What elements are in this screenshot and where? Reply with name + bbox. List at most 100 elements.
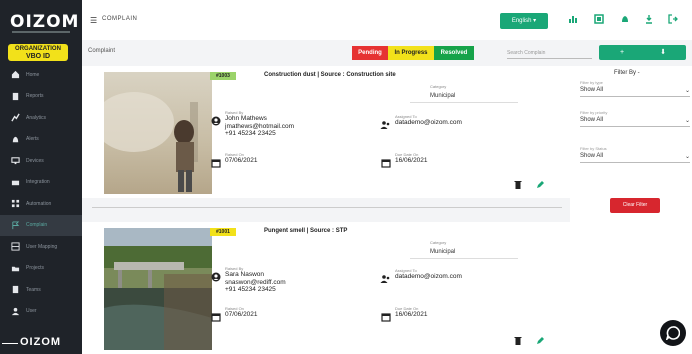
category-label: Category [430,84,447,89]
analytics-icon [10,113,20,123]
raised-by-email: snaswon@rediff.com [225,278,286,286]
filter-resolved-button[interactable]: Resolved [434,46,474,60]
organization-badge[interactable]: ORGANIZATION VBO ID [8,44,68,61]
complaint-id-badge: #1003 [210,72,236,80]
edit-icon[interactable] [536,336,545,347]
chart-icon[interactable] [568,14,578,26]
sidebar-item-reports[interactable]: Reports [0,86,82,108]
sidebar-item-complain[interactable]: Complain [0,214,82,236]
due-date-value: 16/06/2021 [395,311,428,318]
complaint-title: Construction dust | Source : Constructio… [264,72,396,78]
complaint-toolbar: Complaint Pending In Progress Resolved +… [82,40,692,64]
reports-icon [10,91,20,101]
category-underline [410,258,518,259]
breadcrumb: COMPLAIN [102,16,138,22]
badge-label: ORGANIZATION [15,46,61,52]
edit-icon[interactable] [536,180,545,191]
assigned-to-email: datademo@oizom.com [395,119,462,126]
sidebar-item-label: Automation [26,200,52,207]
users-icon [380,119,391,130]
page-title: Complaint [88,48,116,54]
topbar: ☰ COMPLAIN English ▾ [82,0,692,40]
filter-priority-value: Show All [580,117,604,123]
sidebar-item-user-mapping[interactable]: User Mapping [0,236,82,258]
clear-filter-button[interactable]: Clear Filter [610,198,660,213]
chevron-down-icon: ⌄ [684,118,690,124]
calendar-icon [210,311,221,322]
raised-by-phone: +91 45234 23425 [225,286,276,293]
due-date-block: Due Date On 16/06/2021 [380,306,428,322]
filter-type-select[interactable]: Filter by type Show All ⌄ [580,80,690,97]
raised-on-date: 07/06/2021 [225,157,258,164]
chevron-down-icon: ⌄ [684,154,690,160]
raised-by-block: Raised By John Mathews jmathews@hotmail.… [210,110,294,138]
language-button[interactable]: English ▾ [500,13,548,29]
chat-button[interactable] [660,320,686,346]
delete-icon[interactable] [514,336,522,347]
add-complaint-button[interactable]: + [599,45,645,60]
team-icon [10,285,20,295]
raised-by-name: John Mathews [225,115,267,122]
filter-priority-label: Filter by priority [580,110,608,115]
download-button[interactable]: ⬇ [640,45,686,60]
brand-logo: OIZOM [10,12,80,32]
complaint-id-badge: #1001 [210,228,236,236]
user-map-icon [10,242,20,252]
bell-icon [10,134,20,144]
sidebar-item-teams[interactable]: Teams [0,279,82,301]
sidebar-item-label: Teams [26,286,41,293]
download-icon[interactable] [644,14,654,26]
assigned-to-block: Assigned To datademo@oizom.com [380,268,462,284]
complaint-card[interactable]: #1001 Pungent smell | Source : STP Categ… [82,222,570,354]
raised-by-block: Raised By Sara Naswon snaswon@rediff.com… [210,266,286,294]
flag-icon [10,220,20,230]
sidebar-item-integration[interactable]: Integration [0,172,82,194]
sidebar-item-devices[interactable]: Devices [0,150,82,172]
category-underline [410,102,518,103]
sidebar-item-home[interactable]: Home [0,64,82,86]
due-date-block: Due Date On 16/06/2021 [380,152,428,168]
menu-icon[interactable]: ☰ [90,16,97,25]
logout-icon[interactable] [668,14,678,26]
home-icon [10,70,20,80]
search-input[interactable] [507,47,592,59]
category-value: Municipal [430,249,456,255]
complaint-photo [104,228,212,350]
sidebar-item-user[interactable]: User [0,301,82,323]
sidebar-item-analytics[interactable]: Analytics [0,107,82,129]
app-root: OIZOM ORGANIZATION VBO ID Home Reports A… [0,0,692,354]
complaint-card[interactable]: #1003 Construction dust | Source : Const… [82,66,570,198]
filter-pending-button[interactable]: Pending [352,46,388,60]
delete-icon[interactable] [514,180,522,191]
filter-status-select[interactable]: Filter by Status Show All ⌄ [580,146,690,163]
dashboard-icon[interactable] [594,14,604,26]
raised-by-email: jmathews@hotmail.com [225,122,295,130]
filter-priority-select[interactable]: Filter by priority Show All ⌄ [580,110,690,127]
sidebar-item-automation[interactable]: Automation [0,193,82,215]
sidebar-item-label: Reports [26,93,44,100]
bell-icon[interactable] [620,14,630,26]
filter-title: Filter By - [614,70,640,76]
sidebar-item-label: Complain [26,222,48,229]
filter-status-value: Show All [580,153,604,159]
complaint-photo [104,72,212,194]
sidebar-item-projects[interactable]: Projects [0,258,82,280]
card-divider [92,207,562,208]
sidebar-nav: Home Reports Analytics Alerts Devices In… [0,64,82,322]
filter-in-progress-button[interactable]: In Progress [388,46,434,60]
sidebar-item-label: User Mapping [26,243,58,250]
sidebar-item-label: User [26,308,37,315]
user-icon [10,306,20,316]
sidebar-item-label: Analytics [26,114,47,121]
calendar-icon [210,157,221,168]
assigned-to-block: Assigned To datademo@oizom.com [380,114,462,130]
chat-icon [666,326,680,340]
users-icon [380,273,391,284]
assigned-to-email: datademo@oizom.com [395,273,462,280]
sidebar: OIZOM ORGANIZATION VBO ID Home Reports A… [0,0,82,354]
raised-on-date: 07/06/2021 [225,311,258,318]
complaint-title: Pungent smell | Source : STP [264,228,348,234]
sidebar-item-alerts[interactable]: Alerts [0,129,82,151]
keyboard-icon [10,177,20,187]
raised-on-block: Raised On 07/06/2021 [210,152,258,168]
